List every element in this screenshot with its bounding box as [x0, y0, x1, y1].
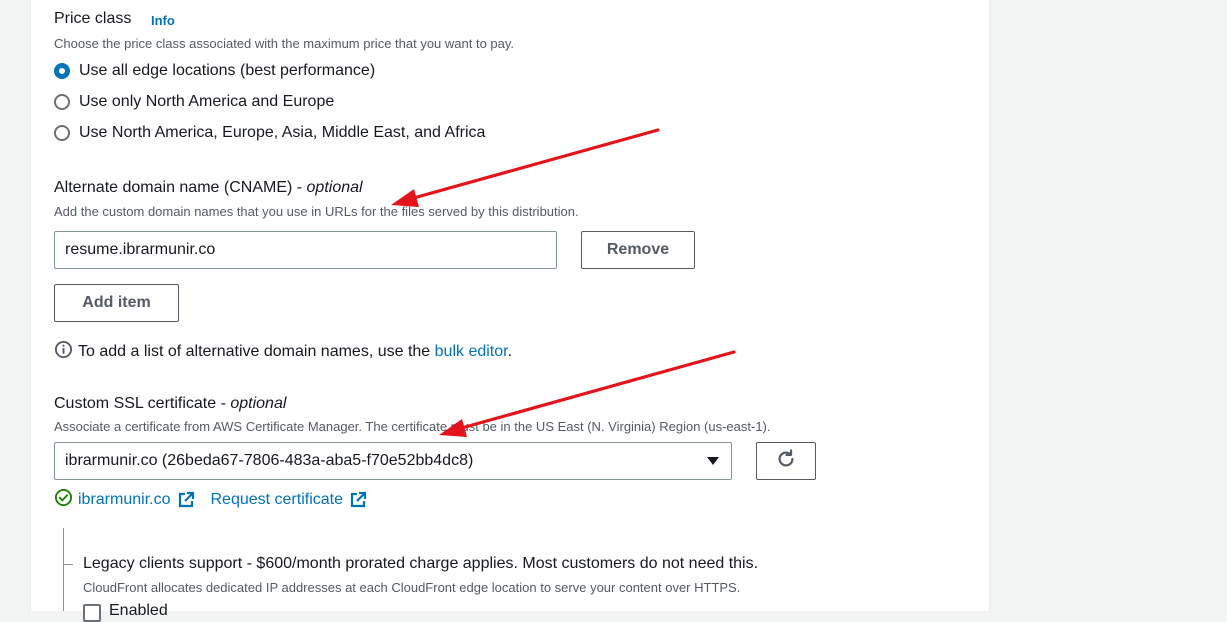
radio-label: Use North America, Europe, Asia, Middle … — [79, 124, 486, 141]
refresh-button[interactable] — [756, 442, 816, 480]
radio-button-selected[interactable] — [54, 63, 70, 79]
success-check-icon — [54, 488, 73, 512]
external-link-icon[interactable] — [349, 491, 367, 509]
radio-label: Use all edge locations (best performance… — [79, 62, 376, 79]
remove-button[interactable]: Remove — [581, 231, 695, 269]
legacy-enabled-checkbox-row[interactable]: Enabled — [83, 602, 168, 622]
price-class-label: Price class — [54, 10, 132, 27]
bulk-editor-link[interactable]: bulk editor — [435, 343, 508, 360]
radio-na-europe-asia-me-africa[interactable]: Use North America, Europe, Asia, Middle … — [54, 124, 485, 142]
checkbox-label: Enabled — [109, 602, 168, 619]
cname-label-text: Alternate domain name (CNAME) - — [54, 179, 307, 196]
caret-down-icon — [707, 457, 719, 465]
ssl-label-text: Custom SSL certificate - — [54, 395, 231, 412]
hint-text: To add a list of alternative domain name… — [78, 343, 512, 361]
bulk-editor-hint: To add a list of alternative domain name… — [54, 340, 512, 364]
ssl-selected-value: ibrarmunir.co (26beda67-7806-483a-aba5-f… — [65, 452, 474, 469]
radio-north-america-europe[interactable]: Use only North America and Europe — [54, 93, 334, 111]
price-class-info-link[interactable]: Info — [151, 13, 175, 28]
radio-button[interactable] — [54, 94, 70, 110]
legacy-support-description: CloudFront allocates dedicated IP addres… — [83, 580, 741, 595]
refresh-icon — [775, 448, 797, 475]
ssl-description: Associate a certificate from AWS Certifi… — [54, 419, 771, 434]
cname-input[interactable]: resume.ibrarmunir.co — [54, 231, 557, 269]
checkbox[interactable] — [83, 604, 101, 622]
certificate-status-row: ibrarmunir.co Request certificate — [54, 488, 367, 512]
tree-connector-horizontal — [63, 564, 73, 565]
price-class-description: Choose the price class associated with t… — [54, 36, 515, 51]
radio-button[interactable] — [54, 125, 70, 141]
hint-prefix: To add a list of alternative domain name… — [78, 343, 435, 360]
info-icon — [54, 340, 73, 364]
cname-label: Alternate domain name (CNAME) - optional — [54, 179, 363, 197]
request-certificate-link[interactable]: Request certificate — [210, 491, 343, 509]
cname-description: Add the custom domain names that you use… — [54, 204, 579, 219]
add-item-button[interactable]: Add item — [54, 284, 179, 322]
ssl-optional-tag: optional — [230, 395, 287, 412]
hint-suffix: . — [507, 343, 513, 360]
radio-label: Use only North America and Europe — [79, 93, 335, 110]
tree-connector-vertical — [63, 528, 64, 611]
cname-optional-tag: optional — [306, 179, 363, 196]
external-link-icon[interactable] — [177, 491, 195, 509]
radio-all-edge-locations[interactable]: Use all edge locations (best performance… — [54, 62, 375, 80]
ssl-certificate-select[interactable]: ibrarmunir.co (26beda67-7806-483a-aba5-f… — [54, 442, 732, 480]
ssl-label: Custom SSL certificate - optional — [54, 395, 286, 413]
certificate-link[interactable]: ibrarmunir.co — [78, 491, 170, 509]
legacy-support-label: Legacy clients support - $600/month pror… — [83, 555, 759, 572]
